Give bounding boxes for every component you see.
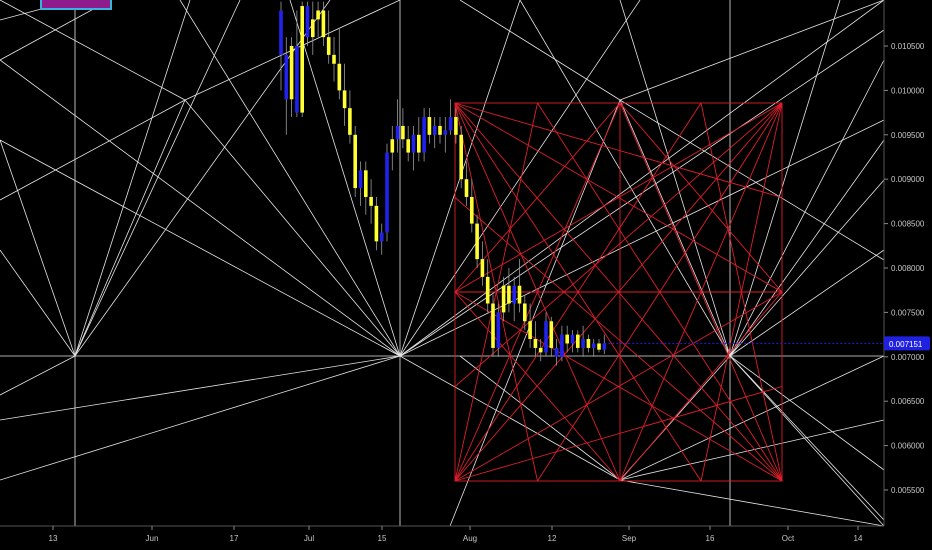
candle	[491, 294, 495, 357]
candle-body	[358, 170, 363, 189]
y-tick-label: 0.005500	[891, 486, 925, 495]
x-tick-label: Jul	[304, 534, 314, 543]
candle-body	[337, 63, 342, 91]
y-tick-label: 0.009500	[891, 131, 925, 140]
x-tick-label: 12	[548, 534, 557, 543]
candle-body	[560, 334, 564, 357]
candle-body	[570, 334, 575, 344]
candle-body	[454, 117, 458, 135]
chart-canvas[interactable]: 0.010500 0.010000 0.009500 0.009000 0.008500…	[0, 0, 932, 550]
candle-body	[597, 343, 601, 350]
candle-body	[374, 205, 379, 242]
candle-body	[491, 303, 495, 348]
x-tick-label: 16	[706, 534, 715, 543]
candle-body	[554, 347, 559, 357]
y-tick-label: 0.009000	[891, 175, 925, 184]
current-price-label: 0.007151	[889, 340, 923, 349]
candle-body	[581, 339, 585, 348]
candle-body	[353, 134, 357, 189]
candle-body	[485, 276, 490, 304]
candle-body	[385, 152, 389, 233]
chart-background	[0, 0, 932, 550]
x-tick-label: 13	[49, 534, 58, 543]
candle	[385, 143, 389, 242]
corner-drawing-box	[40, 0, 112, 10]
candle-body	[369, 196, 373, 206]
candle-body	[379, 232, 384, 242]
candle-body	[395, 125, 400, 140]
candle-body	[602, 343, 607, 350]
y-tick-label: 0.010000	[891, 86, 925, 95]
candle-body	[332, 54, 336, 64]
candle-body	[591, 343, 596, 348]
x-tick-label: Jun	[146, 534, 159, 543]
candle-body	[459, 134, 463, 180]
candle-body	[289, 46, 294, 100]
candle-body	[480, 259, 485, 277]
candle-body	[507, 285, 511, 304]
candle-body	[417, 134, 421, 153]
candle-body	[316, 10, 320, 20]
x-tick-label: Sep	[622, 534, 637, 543]
candle-body	[342, 90, 347, 109]
candle-body	[348, 108, 352, 135]
candle-body	[538, 347, 543, 353]
candle-body	[517, 285, 522, 304]
candle-body	[586, 339, 591, 348]
x-tick-label: 17	[230, 534, 239, 543]
candle-body	[576, 334, 580, 348]
candle-body	[411, 134, 416, 153]
y-tick-label: 0.006500	[891, 397, 925, 406]
candle-body	[401, 125, 405, 140]
y-tick-label: 0.008000	[891, 264, 925, 273]
y-tick-label: 0.007500	[891, 308, 925, 317]
x-tick-label: Aug	[463, 534, 477, 543]
candle-body	[496, 312, 501, 348]
candle-body	[432, 125, 437, 135]
y-tick-label: 0.007000	[891, 353, 925, 362]
candle-body	[311, 19, 315, 38]
candle-body	[300, 6, 304, 113]
candle-body	[475, 223, 479, 260]
x-tick-label: Oct	[782, 534, 795, 543]
candle-body	[427, 117, 432, 135]
candle-body	[544, 321, 548, 353]
candle-body	[406, 139, 410, 153]
candle-body	[422, 117, 426, 153]
current-price-tag: 0.007151	[884, 336, 930, 351]
x-tick-label: 14	[854, 534, 863, 543]
candle-body	[443, 130, 448, 135]
candle-body	[438, 125, 442, 135]
candle-body	[321, 10, 326, 38]
candle-body	[390, 139, 395, 153]
candle-body	[501, 285, 506, 313]
y-tick-label: 0.006000	[891, 442, 925, 451]
candle-body	[295, 46, 299, 113]
candle-body	[528, 321, 532, 340]
candle-body	[533, 339, 538, 348]
candle-body	[448, 117, 453, 131]
candle-body	[305, 6, 310, 38]
candle-body	[279, 10, 283, 55]
y-tick-label: 0.008500	[891, 220, 925, 229]
candle-body	[512, 285, 516, 304]
x-tick-label: 15	[378, 534, 387, 543]
y-tick-label: 0.010500	[891, 42, 925, 51]
candle	[300, 1, 304, 118]
candle-body	[470, 196, 474, 224]
candle-body	[549, 321, 554, 348]
candle-body	[326, 37, 331, 55]
candle-body	[284, 54, 289, 100]
candle	[459, 125, 463, 189]
candle-body	[523, 303, 527, 322]
candle	[353, 125, 357, 197]
candle-body	[364, 170, 368, 197]
candle-body	[565, 334, 569, 344]
candle-body	[464, 179, 469, 197]
